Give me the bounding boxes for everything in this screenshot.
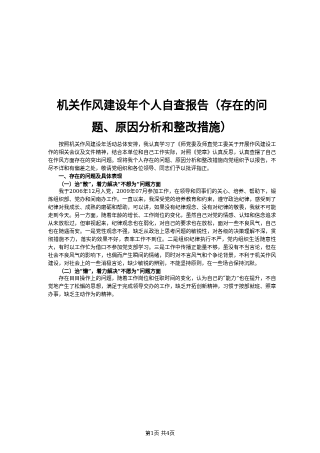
document-body: 按照机关作风建设年活动总体安排，我认真学习了《师党委及师直党工委关于开展作风建设… bbox=[48, 142, 276, 300]
body-paragraph-2: 存在目目操作上的问题，随着工作岗位和任职时间的变化，认为自己的“能力”也在提升，… bbox=[48, 276, 276, 299]
document-title: 机关作风建设年个人自查报告（存在的问题、原因分析和整改措施） bbox=[56, 98, 268, 134]
document-page: 机关作风建设年个人自查报告（存在的问题、原因分析和整改措施） 按照机关作风建设年… bbox=[0, 0, 320, 453]
body-paragraph-1: 我于2006年12月入党，2009年07月参加工作，在领导和同事们的关心、培养、… bbox=[48, 189, 276, 267]
section-heading: 一、存在的问题及具体表现 bbox=[58, 173, 123, 180]
intro-paragraph: 按照机关作风建设年活动总体安排，我认真学习了《师党委及师直党工委关于开展作风建设… bbox=[48, 142, 276, 172]
page-footer: 第1页 共4页 bbox=[145, 431, 175, 437]
